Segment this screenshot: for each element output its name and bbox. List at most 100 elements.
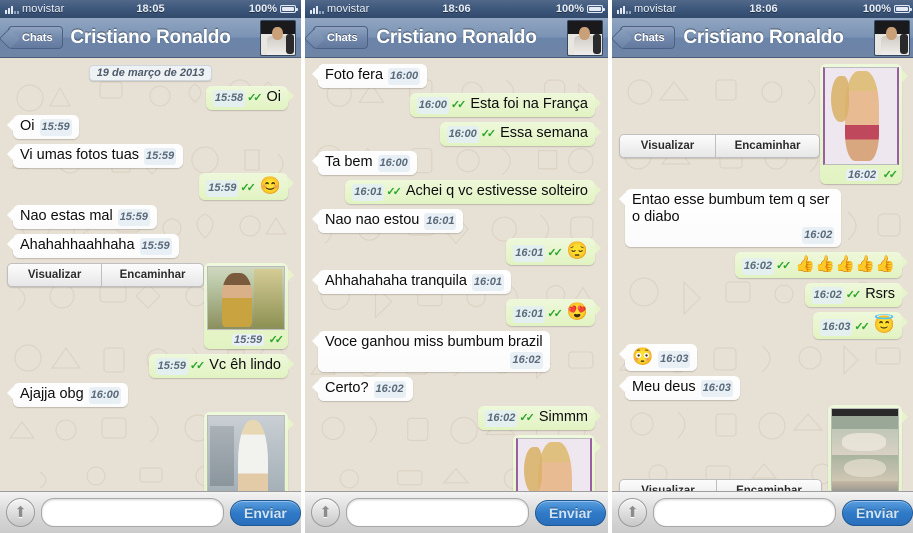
message-bubble-incoming[interactable]: Entao esse bumbum tem q ser o diabo 16:0… — [625, 189, 841, 247]
message-bubble-incoming[interactable]: Voce ganhou miss bumbum brazil 16:02 — [318, 331, 550, 372]
message-bubble-outgoing[interactable]: 15:59 ✓✓ Vc êh lindo — [149, 354, 288, 378]
message-input[interactable] — [41, 498, 224, 527]
message-row[interactable]: Ahhahahaha tranquila 16:01 — [312, 270, 601, 294]
message-bubble-outgoing-emoji[interactable]: 16:02 ✓✓ 👍👍👍👍👍 — [735, 252, 902, 278]
message-row[interactable]: Oi 15:59 — [7, 115, 294, 139]
forward-button[interactable]: Encaminhar — [101, 264, 203, 286]
chat-message-list[interactable]: Foto fera 16:00 16:00 ✓✓ Esta foi na Fra… — [305, 58, 608, 491]
message-bubble-incoming-emoji[interactable]: 😳 16:03 — [625, 344, 697, 371]
message-bubble-incoming[interactable]: Ajajja obg 16:00 — [13, 383, 128, 407]
message-bubble-incoming[interactable]: Ta bem 16:00 — [318, 151, 417, 175]
message-row[interactable]: 16:00 ✓✓ Esta foi na França — [312, 93, 601, 117]
message-bubble-incoming[interactable]: Ahhahahaha tranquila 16:01 — [318, 270, 511, 294]
message-row[interactable]: 16:00 ✓✓ Essa semana — [312, 122, 601, 146]
message-row[interactable]: Certo? 16:02 — [312, 377, 601, 401]
message-row[interactable]: Ahahahhaahhaha 15:59 — [7, 234, 294, 258]
message-bubble-outgoing-emoji[interactable]: 16:03 ✓✓ 😇 — [813, 312, 902, 339]
forward-button[interactable]: Encaminhar — [715, 135, 819, 157]
message-row[interactable]: 15:58 ✓✓ Oi — [7, 86, 294, 110]
message-meta: 16:02 — [510, 352, 542, 369]
message-row[interactable]: Meu deus 16:03 — [619, 376, 908, 400]
media-action-buttons[interactable]: Visualizar Encaminhar — [619, 479, 822, 491]
status-bar: movistar 18:06 100% — [305, 0, 608, 18]
message-row[interactable]: 16:01 ✓✓ Achei q vc estivesse solteiro — [312, 180, 601, 204]
message-row[interactable]: 15:59 ✓✓ 😊 — [7, 173, 294, 200]
send-button[interactable]: Enviar — [535, 500, 606, 526]
chat-message-list[interactable]: Visualizar Encaminhar 16:02 ✓✓ Entao ess… — [612, 58, 913, 491]
message-row[interactable]: 16:01 ✓✓ 😍 — [312, 299, 601, 326]
view-button[interactable]: Visualizar — [620, 480, 716, 491]
message-bubble-outgoing[interactable]: 16:02 ✓✓ Simmm — [478, 406, 595, 430]
message-bubble-outgoing-emoji[interactable]: 16:01 ✓✓ 😔 — [506, 238, 595, 265]
message-row[interactable]: 16:01 ✓✓ 😔 — [312, 238, 601, 265]
message-row[interactable]: Nao estas mal 15:59 — [7, 205, 294, 229]
forward-button[interactable]: Encaminhar — [716, 480, 821, 491]
photo-message-bubble[interactable]: 16:02 ✓✓ — [820, 64, 902, 184]
message-row[interactable]: 16:02 ✓✓ Rsrs — [619, 283, 908, 307]
photo-thumbnail[interactable] — [207, 415, 285, 491]
navigation-bar: Chats Cristiano Ronaldo — [612, 18, 913, 58]
chat-inner-1: 19 de março de 2013 15:58 ✓✓ Oi — [0, 58, 301, 491]
media-message-row[interactable]: Visualizar Encaminhar — [312, 435, 601, 491]
message-row[interactable]: Foto fera 16:00 — [312, 64, 601, 88]
message-row[interactable]: Nao nao estou 16:01 — [312, 209, 601, 233]
message-row[interactable]: 16:02 ✓✓ 👍👍👍👍👍 — [619, 252, 908, 278]
message-row[interactable]: Ajajja obg 16:00 — [7, 383, 294, 407]
chat-message-list[interactable]: 19 de março de 2013 15:58 ✓✓ Oi — [0, 58, 301, 491]
attach-button[interactable]: ⬆ — [311, 498, 340, 527]
attach-button[interactable]: ⬆ — [618, 498, 647, 527]
media-action-buttons[interactable]: Visualizar Encaminhar — [619, 134, 820, 158]
message-bubble-outgoing[interactable]: 16:02 ✓✓ Rsrs — [805, 283, 902, 307]
message-row[interactable]: Voce ganhou miss bumbum brazil 16:02 — [312, 331, 601, 372]
message-bubble-incoming[interactable]: Vi umas fotos tuas 15:59 — [13, 144, 183, 168]
back-to-chats-button[interactable]: Chats — [8, 26, 63, 49]
back-to-chats-button[interactable]: Chats — [620, 26, 675, 49]
message-row[interactable]: 16:03 ✓✓ 😇 — [619, 312, 908, 339]
message-row[interactable]: 15:59 ✓✓ Vc êh lindo — [7, 354, 294, 378]
message-row[interactable]: Entao esse bumbum tem q ser o diabo 16:0… — [619, 189, 908, 247]
message-bubble-incoming[interactable]: Ahahahhaahhaha 15:59 — [13, 234, 179, 258]
photo-message-bubble[interactable] — [513, 435, 595, 491]
photo-thumbnail[interactable] — [823, 67, 899, 165]
status-bar-right: 100% — [863, 3, 910, 15]
media-message-row[interactable]: Visualizar Encaminhar 15:59 ✓✓ — [7, 263, 294, 349]
send-button[interactable]: Enviar — [842, 500, 913, 526]
message-row[interactable]: 😳 16:03 — [619, 344, 908, 371]
media-message-row[interactable]: Visualizar Encaminhar 16:03 ✓✓ — [619, 405, 908, 491]
media-message-row[interactable]: Visualizar Encaminhar 16:02 ✓✓ — [619, 82, 908, 184]
message-bubble-incoming[interactable]: Certo? 16:02 — [318, 377, 413, 401]
message-bubble-incoming[interactable]: Foto fera 16:00 — [318, 64, 427, 88]
message-bubble-outgoing[interactable]: 16:00 ✓✓ Essa semana — [440, 122, 595, 146]
attach-button[interactable]: ⬆ — [6, 498, 35, 527]
message-bubble-incoming[interactable]: Oi 15:59 — [13, 115, 79, 139]
contact-avatar[interactable] — [567, 20, 603, 56]
double-check-icon: ✓✓ — [776, 258, 788, 275]
message-bubble-outgoing-emoji[interactable]: 16:01 ✓✓ 😍 — [506, 299, 595, 326]
message-bubble-outgoing[interactable]: 15:58 ✓✓ Oi — [206, 86, 288, 110]
message-bubble-outgoing-emoji[interactable]: 15:59 ✓✓ 😊 — [199, 173, 288, 200]
send-button[interactable]: Enviar — [230, 500, 301, 526]
contact-avatar[interactable] — [260, 20, 296, 56]
message-row[interactable]: Vi umas fotos tuas 15:59 — [7, 144, 294, 168]
photo-message-bubble[interactable]: 16:00 ✓✓ — [204, 412, 288, 491]
message-bubble-incoming[interactable]: Nao nao estou 16:01 — [318, 209, 463, 233]
message-row[interactable]: 16:02 ✓✓ Simmm — [312, 406, 601, 430]
message-input[interactable] — [653, 498, 836, 527]
contact-avatar[interactable] — [874, 20, 910, 56]
photo-thumbnail[interactable] — [831, 408, 899, 491]
message-row[interactable]: Ta bem 16:00 — [312, 151, 601, 175]
photo-message-bubble[interactable]: 16:03 ✓✓ — [828, 405, 902, 491]
message-bubble-outgoing[interactable]: 16:00 ✓✓ Esta foi na França — [410, 93, 595, 117]
back-to-chats-button[interactable]: Chats — [313, 26, 368, 49]
photo-thumbnail[interactable] — [207, 266, 285, 330]
photo-thumbnail[interactable] — [516, 438, 592, 491]
media-action-buttons[interactable]: Visualizar Encaminhar — [7, 263, 204, 287]
message-bubble-incoming[interactable]: Nao estas mal 15:59 — [13, 205, 157, 229]
media-message-row[interactable]: Visualizar Encaminhar 16:00 ✓✓ — [7, 412, 294, 491]
message-bubble-incoming[interactable]: Meu deus 16:03 — [625, 376, 740, 400]
view-button[interactable]: Visualizar — [8, 264, 101, 286]
view-button[interactable]: Visualizar — [620, 135, 715, 157]
message-input[interactable] — [346, 498, 529, 527]
photo-message-bubble[interactable]: 15:59 ✓✓ — [204, 263, 288, 349]
message-bubble-outgoing[interactable]: 16:01 ✓✓ Achei q vc estivesse solteiro — [345, 180, 595, 204]
